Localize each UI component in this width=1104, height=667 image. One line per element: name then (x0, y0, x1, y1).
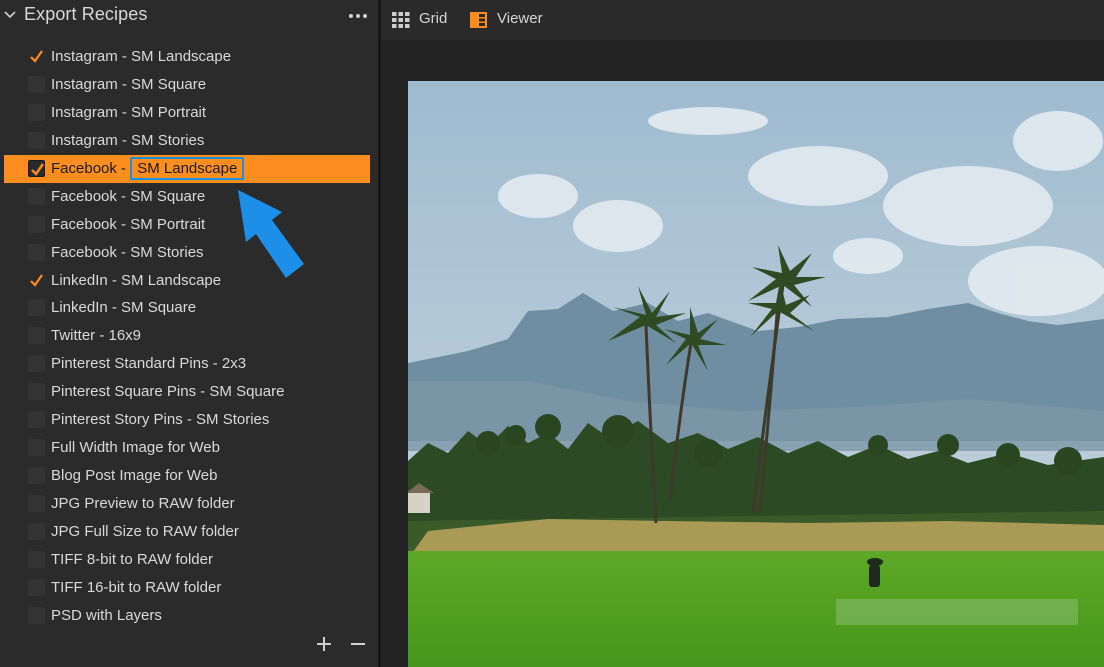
recipe-item[interactable]: Facebook - SM Square (0, 183, 378, 211)
recipe-label: Instagram - SM Square (51, 75, 207, 93)
panel-header: Export Recipes (0, 0, 378, 32)
checkbox[interactable] (28, 215, 45, 233)
landscape-photo[interactable] (408, 81, 1104, 667)
checkbox[interactable] (28, 578, 45, 596)
recipe-label: JPG Preview to RAW folder (51, 495, 235, 512)
checkbox[interactable] (28, 103, 45, 121)
panel-title: Export Recipes (24, 4, 148, 24)
checkbox[interactable] (28, 550, 45, 568)
checkbox[interactable] (28, 187, 45, 205)
viewer-icon (470, 12, 487, 28)
recipe-item[interactable]: Pinterest Story Pins - SM Stories (0, 406, 378, 434)
recipe-label: Instagram - SM Landscape (51, 48, 232, 65)
minus-icon[interactable] (348, 634, 368, 654)
recipe-label: Facebook - SM Landscape (51, 156, 245, 180)
checkbox[interactable] (28, 495, 45, 512)
checkbox[interactable] (28, 327, 45, 345)
plus-icon[interactable] (314, 634, 334, 654)
checkbox[interactable] (28, 606, 45, 624)
checkbox[interactable] (28, 131, 45, 149)
recipe-label: Pinterest Story Pins - SM Stories (51, 411, 270, 429)
grid-button[interactable]: Grid (391, 9, 461, 31)
checkbox[interactable] (28, 439, 45, 457)
recipe-item[interactable]: Blog Post Image for Web (0, 462, 378, 490)
recipe-list: Instagram - SM Landscape Instagram - SM S… (0, 43, 378, 630)
recipe-item[interactable]: TIFF 8-bit to RAW folder (0, 546, 378, 574)
recipe-label: Full Width Image for Web (51, 439, 220, 457)
recipe-label-highlight: SM Landscape (130, 156, 245, 180)
grid-icon (392, 12, 410, 28)
recipe-item[interactable]: JPG Full Size to RAW folder (0, 518, 378, 546)
checkbox[interactable] (28, 411, 45, 429)
recipe-label: LinkedIn - SM Landscape (51, 271, 222, 289)
recipe-label-prefix: Facebook - (51, 159, 131, 177)
recipe-item[interactable]: Full Width Image for Web (0, 434, 378, 462)
recipe-label: Twitter - 16x9 (51, 327, 142, 345)
recipe-item[interactable]: Facebook - SM Landscape (4, 154, 370, 183)
recipe-item[interactable]: PSD with Layers (0, 602, 378, 630)
recipe-item[interactable]: LinkedIn - SM Landscape (0, 267, 378, 295)
recipe-item[interactable]: TIFF 16-bit to RAW folder (0, 574, 378, 602)
recipe-label: Facebook - SM Square (51, 187, 206, 205)
checkbox[interactable] (28, 355, 45, 373)
chevron-down-icon[interactable] (2, 7, 18, 23)
export-recipes-panel: Export Recipes Instagram - SM Landscape I… (0, 0, 378, 667)
recipe-label: LinkedIn - SM Square (51, 299, 197, 317)
recipe-label: Blog Post Image for Web (51, 467, 218, 485)
recipe-item[interactable]: Instagram - SM Portrait (0, 99, 378, 127)
recipe-label: Facebook - SM Portrait (51, 215, 206, 233)
checkbox[interactable] (28, 467, 45, 485)
recipe-label: Instagram - SM Stories (51, 131, 205, 149)
checkbox-checked[interactable] (28, 48, 45, 65)
panel-footer (300, 632, 378, 658)
more-horizontal-icon[interactable] (346, 6, 370, 26)
checkbox-checked[interactable] (28, 159, 45, 177)
image-viewer (381, 40, 1104, 667)
checkbox-checked[interactable] (28, 272, 45, 289)
recipe-item[interactable]: JPG Preview to RAW folder (0, 490, 378, 518)
checkbox[interactable] (28, 522, 45, 540)
recipe-label: Instagram - SM Portrait (51, 103, 207, 121)
viewer-button[interactable]: Viewer (469, 9, 559, 31)
recipe-label: TIFF 16-bit to RAW folder (51, 578, 222, 596)
recipe-item[interactable]: Instagram - SM Landscape (0, 43, 378, 71)
recipe-label: Pinterest Standard Pins - 2x3 (51, 355, 247, 373)
recipe-label: TIFF 8-bit to RAW folder (51, 550, 213, 568)
recipe-item[interactable]: Facebook - SM Portrait (0, 211, 378, 239)
recipe-item[interactable]: Instagram - SM Stories (0, 127, 378, 155)
viewer-label: Viewer (497, 10, 543, 27)
recipe-item[interactable]: Pinterest Square Pins - SM Square (0, 378, 378, 406)
recipe-item[interactable]: Instagram - SM Square (0, 71, 378, 99)
recipe-label: JPG Full Size to RAW folder (51, 522, 239, 540)
recipe-label: PSD with Layers (51, 606, 162, 624)
recipe-label: Facebook - SM Stories (51, 243, 204, 261)
checkbox[interactable] (28, 299, 45, 317)
viewer-toolbar: Grid Viewer (381, 0, 1104, 40)
recipe-label: Pinterest Square Pins - SM Square (51, 383, 285, 401)
recipe-item[interactable]: Pinterest Standard Pins - 2x3 (0, 350, 378, 378)
recipe-item[interactable]: Facebook - SM Stories (0, 239, 378, 267)
checkbox[interactable] (28, 75, 45, 93)
checkbox[interactable] (28, 243, 45, 261)
checkbox[interactable] (28, 383, 45, 401)
recipe-item[interactable]: LinkedIn - SM Square (0, 294, 378, 322)
recipe-item[interactable]: Twitter - 16x9 (0, 322, 378, 350)
grid-label: Grid (419, 10, 448, 27)
